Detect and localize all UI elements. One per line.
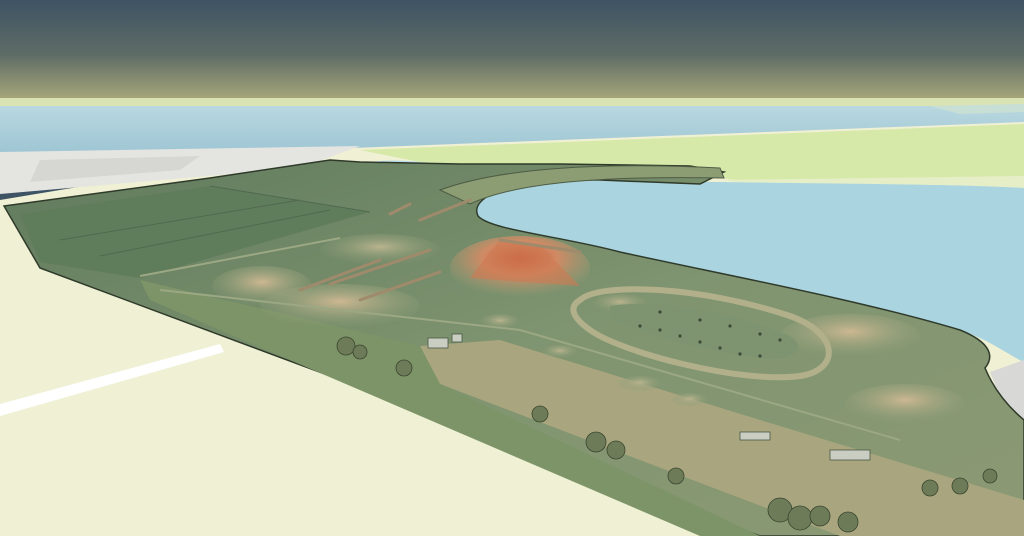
sky <box>0 0 1024 100</box>
mound-small-2 <box>618 376 662 392</box>
map-viewport[interactable] <box>0 0 1024 536</box>
mound-small-3 <box>672 393 708 407</box>
mound-central <box>260 284 420 328</box>
mound-small-5 <box>542 345 578 359</box>
terrain-scene[interactable] <box>0 0 1024 536</box>
mound-southeast <box>845 384 965 424</box>
